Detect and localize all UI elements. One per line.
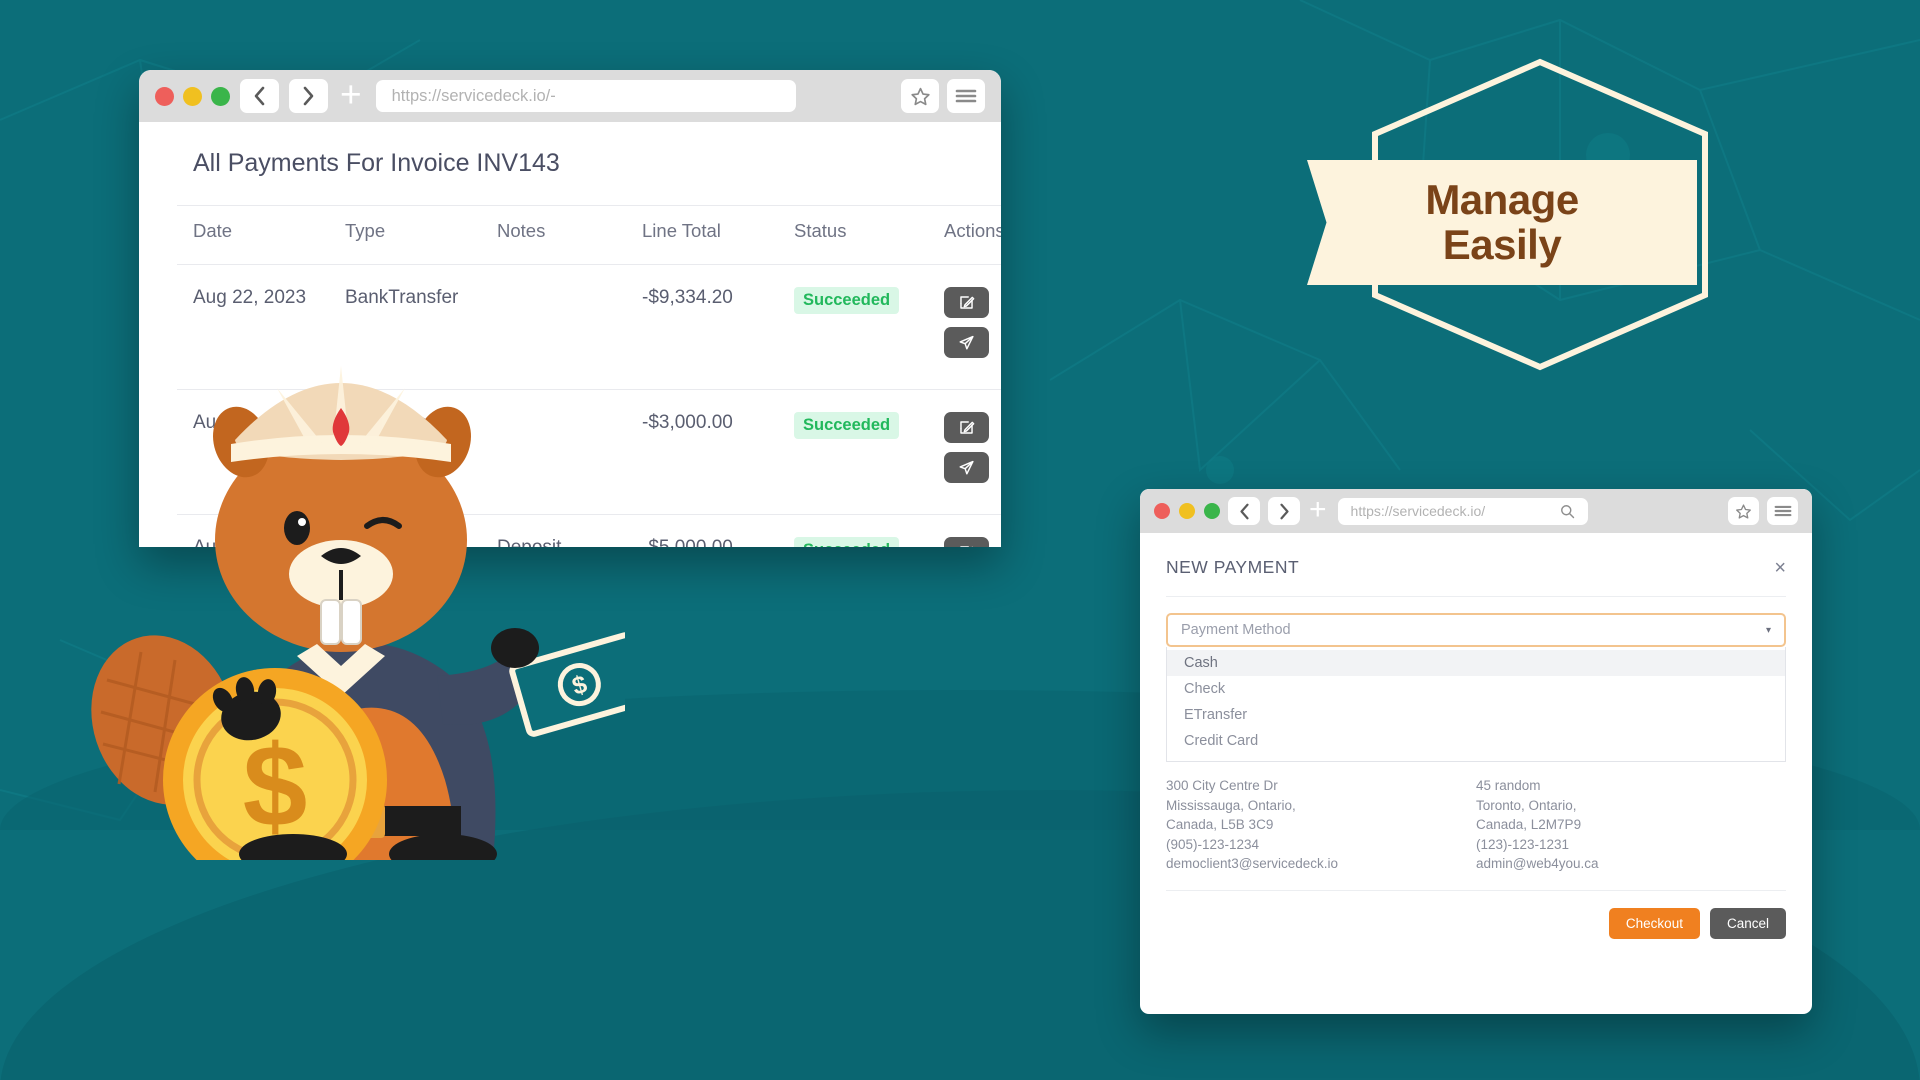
search-icon[interactable]	[1560, 504, 1575, 519]
chevron-down-icon: ▾	[1765, 624, 1771, 636]
chrome-toolbar-right-2	[1728, 497, 1798, 525]
address-right-email: admin@web4you.ca	[1476, 856, 1599, 872]
address-right-phone: (123)-123-1231	[1476, 836, 1570, 852]
cell-status: Succeeded	[778, 389, 928, 515]
maximize-window-dot[interactable]	[211, 86, 230, 106]
address-right-line-2: Toronto, Ontario,	[1476, 797, 1577, 813]
option-etransfer[interactable]: ETransfer	[1167, 702, 1785, 728]
new-payment-modal: NEW PAYMENT × Payment Method ▾ Cash Chec…	[1140, 533, 1812, 939]
address-section: 300 City Centre Dr Mississauga, Ontario,…	[1166, 762, 1786, 874]
beaver-mascot-illustration: $ $	[91, 366, 625, 860]
plus-icon[interactable]: +	[1309, 494, 1327, 525]
payment-method-select-wrapper: Payment Method ▾ Cash Check ETransfer Cr…	[1166, 613, 1786, 762]
address-right: 45 random Toronto, Ontario, Canada, L2M7…	[1476, 776, 1786, 874]
plus-icon[interactable]: +	[340, 76, 362, 113]
address-left-phone: (905)-123-1234	[1166, 836, 1260, 852]
address-left-email: democlient3@servicedeck.io	[1166, 856, 1339, 872]
browser-chrome-bar: + https://servicedeck.io/-	[139, 70, 1001, 122]
address-left-line-3: Canada, L5B 3C9	[1166, 817, 1274, 833]
badge-line-1: Manage	[1425, 175, 1579, 223]
column-header-type[interactable]: Type	[329, 205, 481, 265]
modal-footer: Checkout Cancel	[1166, 889, 1786, 939]
hamburger-menu-icon[interactable]	[947, 79, 985, 113]
column-header-actions: Actions	[928, 205, 1001, 265]
option-check[interactable]: Check	[1167, 676, 1785, 702]
maximize-window-dot[interactable]	[1204, 503, 1220, 519]
hamburger-menu-icon[interactable]	[1767, 497, 1798, 525]
svg-text:$: $	[243, 721, 308, 851]
address-left-line-1: 300 City Centre Dr	[1166, 778, 1278, 793]
send-icon[interactable]	[944, 327, 989, 358]
cell-actions	[928, 389, 1001, 515]
window-controls-2	[1154, 503, 1220, 519]
status-badge: Succeeded	[794, 537, 900, 547]
address-right-line-3: Canada, L2M7P9	[1476, 817, 1582, 833]
close-icon[interactable]: ×	[1774, 558, 1786, 578]
send-icon[interactable]	[944, 452, 989, 483]
status-badge: Succeeded	[794, 287, 900, 314]
column-header-linetotal[interactable]: Line Total	[626, 205, 778, 265]
chevron-right-icon[interactable]	[289, 79, 328, 113]
chevron-left-icon[interactable]	[240, 79, 279, 113]
cancel-button[interactable]: Cancel	[1709, 907, 1786, 939]
cell-linetotal: -$9,334.20	[626, 264, 778, 390]
status-badge: Succeeded	[794, 412, 900, 439]
address-right-line-1: 45 random	[1476, 778, 1541, 793]
address-left-line-2: Mississauga, Ontario,	[1166, 797, 1296, 813]
edit-icon[interactable]	[944, 412, 989, 443]
column-header-status[interactable]: Status	[778, 205, 928, 265]
chrome-toolbar-right	[901, 79, 985, 113]
badge-line-2: Easily	[1442, 220, 1562, 268]
cell-actions	[928, 264, 1001, 390]
cell-actions	[928, 514, 1001, 547]
payment-method-select[interactable]: Payment Method ▾	[1166, 613, 1786, 647]
close-window-dot[interactable]	[1154, 503, 1170, 519]
option-credit-card[interactable]: Credit Card	[1167, 728, 1785, 754]
checkout-button[interactable]: Checkout	[1608, 907, 1700, 939]
minimize-window-dot[interactable]	[1179, 503, 1195, 519]
manage-easily-badge: Manage Easily	[1307, 52, 1735, 377]
cell-linetotal: -$3,000.00	[626, 389, 778, 515]
address-bar-text: https://servicedeck.io/	[1350, 503, 1486, 519]
chevron-left-icon[interactable]	[1228, 497, 1260, 525]
payment-method-placeholder: Payment Method	[1181, 622, 1291, 638]
cell-status: Succeeded	[778, 514, 928, 547]
table-header-row: Date Type Notes Line Total Status Action…	[177, 205, 1001, 265]
close-window-dot[interactable]	[155, 86, 174, 106]
option-cash[interactable]: Cash	[1167, 650, 1785, 676]
address-bar-text: https://servicedeck.io/-	[391, 86, 556, 105]
badge-ribbon: Manage Easily	[1307, 160, 1697, 285]
column-header-notes[interactable]: Notes	[481, 205, 626, 265]
star-icon[interactable]	[1728, 497, 1759, 525]
browser-window-new-payment: + https://servicedeck.io/ NEW PAYMENT × …	[1140, 489, 1812, 1014]
cell-status: Succeeded	[778, 264, 928, 390]
column-header-date[interactable]: Date	[177, 205, 329, 265]
address-left: 300 City Centre Dr Mississauga, Ontario,…	[1166, 776, 1476, 874]
star-icon[interactable]	[901, 79, 939, 113]
chevron-right-icon[interactable]	[1268, 497, 1300, 525]
page-title: All Payments For Invoice INV143	[193, 149, 560, 177]
payment-method-options: Cash Check ETransfer Credit Card	[1166, 647, 1786, 762]
edit-icon[interactable]	[944, 537, 989, 547]
modal-title: NEW PAYMENT	[1166, 557, 1300, 577]
window-controls	[155, 86, 230, 106]
address-bar[interactable]: https://servicedeck.io/-	[375, 80, 796, 112]
browser-chrome-bar-2: + https://servicedeck.io/	[1140, 489, 1812, 533]
cell-linetotal: -$5,000.00	[626, 514, 778, 547]
edit-icon[interactable]	[944, 287, 989, 318]
modal-header: NEW PAYMENT ×	[1166, 533, 1786, 597]
minimize-window-dot[interactable]	[183, 86, 202, 106]
address-bar-2[interactable]: https://servicedeck.io/	[1337, 497, 1588, 525]
